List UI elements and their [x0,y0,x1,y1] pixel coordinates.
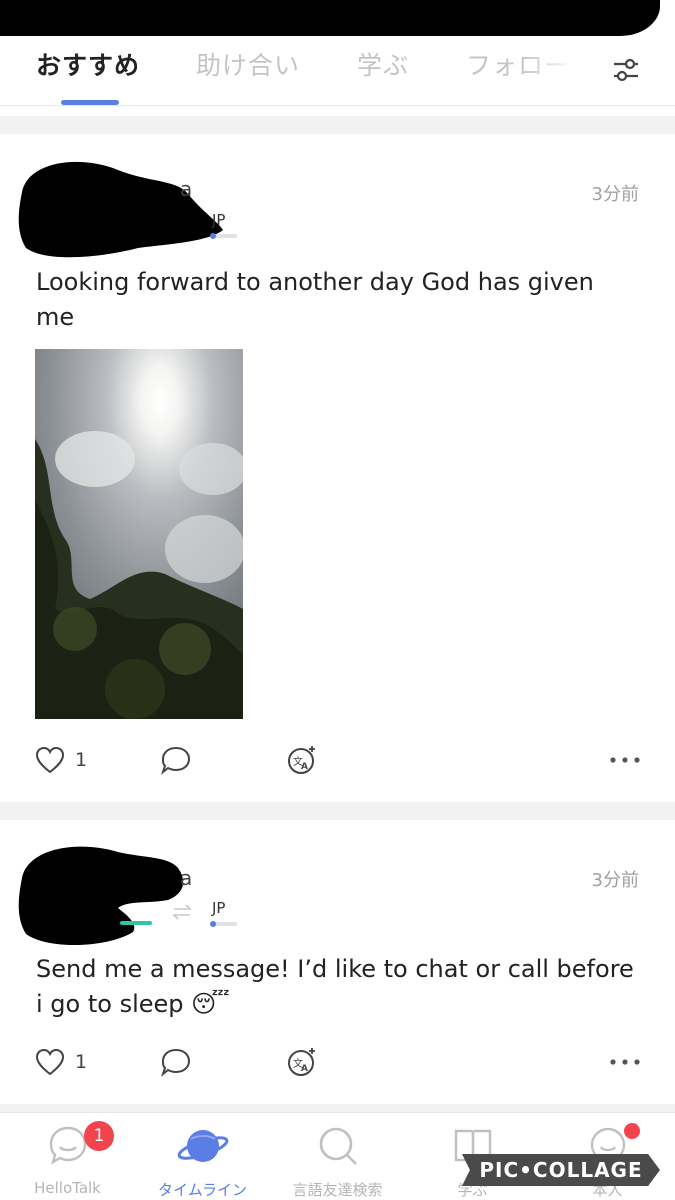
notification-dot [624,1123,640,1139]
more-options-button[interactable] [608,742,642,778]
post-time: 3分前 [591,870,639,891]
heart-icon [35,1048,65,1076]
learning-language: JP [212,899,226,917]
translate-icon: 文 A [288,1048,315,1076]
svg-text:A: A [301,762,308,772]
search-icon [319,1127,357,1165]
sliders-icon [614,58,638,82]
comment-button[interactable] [160,1044,192,1080]
status-bar-redaction [0,0,675,36]
svg-text:A: A [301,1064,308,1074]
native-language-bar [120,921,152,925]
sky-photo [35,349,243,719]
planet-icon [177,1130,228,1162]
timeline-post[interactable]: a JP 3分前 Send me a message! I’d like to … [0,820,675,1104]
tab-help-each-other[interactable]: 助け合い [196,46,300,82]
tab-learn[interactable]: 学ぶ [357,46,409,82]
tabbar-hellotalk[interactable]: 1 HelloTalk [0,1113,135,1200]
username[interactable]: a [180,177,192,201]
active-tab-indicator [61,100,119,105]
tabbar-label: タイムライン [158,1181,247,1199]
like-button[interactable]: 1 [35,742,87,778]
avatar-redaction [18,846,184,946]
like-count: 1 [75,1051,88,1073]
translate-button[interactable]: 文 A [286,742,318,778]
heart-icon [35,746,65,774]
post-actions: 1 文 A [0,742,675,782]
post-text: Looking forward to another day God has g… [36,268,594,331]
filter-settings-button[interactable] [596,36,656,104]
timeline-post[interactable]: a JP 3分前 Looking forward to another day … [0,134,675,802]
feed-divider [0,116,675,134]
post-photo[interactable] [35,349,243,719]
post-actions: 1 文 A [0,1044,675,1084]
more-dots-icon [610,1059,640,1065]
tabbar-partner-search[interactable]: 言語友達検索 [270,1113,405,1200]
tabbar-timeline[interactable]: タイムライン [135,1113,270,1200]
language-level-dot [210,921,216,927]
feed-divider [0,1104,675,1112]
tabbar-label: 言語友達検索 [292,1181,383,1199]
like-count: 1 [75,749,88,771]
pic-collage-watermark: PIC•COLLAGE [462,1154,660,1186]
top-tab-bar: おすすめ 助け合い 学ぶ フォロー [0,36,675,106]
comment-icon [160,1048,191,1077]
comment-icon [160,746,191,775]
exchange-arrows-icon [172,904,192,920]
unread-badge: 1 [84,1121,114,1151]
avatar-redaction [18,161,223,258]
more-options-button[interactable] [608,1044,642,1080]
more-dots-icon [610,757,640,763]
post-text: Send me a message! I’d like to chat or c… [36,955,634,1018]
learning-language: JP [212,211,226,229]
username[interactable]: a [180,866,192,890]
translate-button[interactable]: 文 A [286,1044,318,1080]
chat-bubble-icon [49,1126,86,1165]
tabbar-label: HelloTalk [34,1179,101,1197]
feed-divider [0,802,675,820]
comment-button[interactable] [160,742,192,778]
tab-overflow-fade [520,36,600,104]
like-button[interactable]: 1 [35,1044,87,1080]
tab-recommended[interactable]: おすすめ [36,46,140,82]
language-level-dot [210,233,216,239]
translate-icon: 文 A [288,746,315,774]
post-time: 3分前 [591,184,639,205]
